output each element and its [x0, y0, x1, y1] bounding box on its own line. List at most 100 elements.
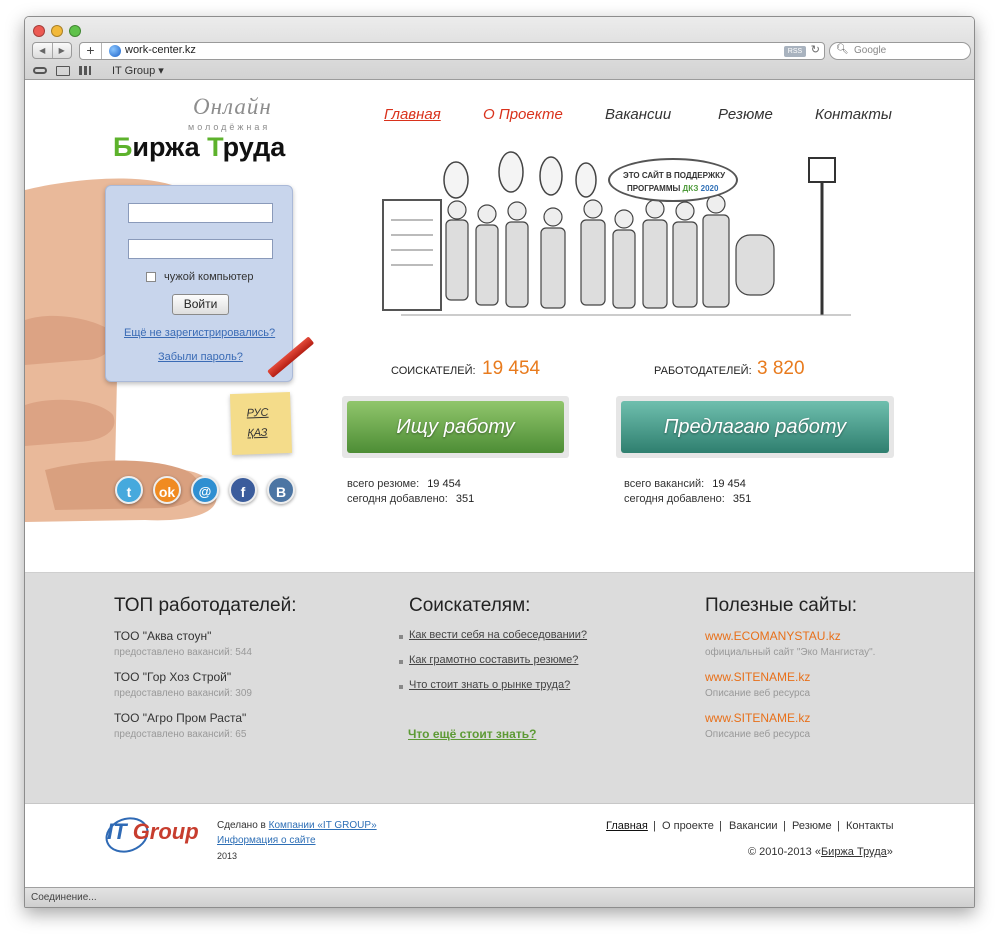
bullet-icon: [399, 685, 403, 689]
resume-today-label: сегодня добавлено:: [347, 493, 448, 505]
more-tips-link[interactable]: Что ещё стоит знать?: [408, 727, 536, 741]
footer-nav-home[interactable]: Главная: [606, 820, 648, 832]
login-field[interactable]: [128, 203, 273, 223]
useful-site-meta: Описание веб ресурса: [705, 688, 811, 699]
search-icon: 🔍︎: [836, 44, 849, 55]
employer-name[interactable]: ТОО "Агро Пром Раста": [114, 711, 246, 725]
url-text[interactable]: work-center.kz: [125, 44, 196, 56]
search-field[interactable]: 🔍︎ Google: [829, 42, 971, 60]
close-window-icon[interactable]: [33, 25, 45, 37]
nav-resume[interactable]: Резюме: [718, 106, 773, 123]
nav-about[interactable]: О Проекте: [483, 106, 563, 123]
logo-word-1: иржа: [132, 132, 208, 162]
employers-count: 3 820: [757, 358, 805, 379]
footer-nav-resume[interactable]: Резюме: [792, 820, 832, 832]
employer-meta: предоставлено вакансий: 544: [114, 647, 252, 658]
odnoklassniki-icon[interactable]: ok: [153, 476, 181, 504]
useful-site-link[interactable]: www.ECOMANYSTAU.kz: [705, 629, 841, 643]
minimize-window-icon[interactable]: [51, 25, 63, 37]
foreign-computer-checkbox[interactable]: [146, 272, 156, 282]
logo-letter-t: Т: [207, 132, 223, 162]
register-link[interactable]: Ещё не зарегистрировались?: [124, 327, 275, 339]
bubble-line-2: ПРОГРАММЫ ДКЗ 2020: [627, 184, 718, 193]
find-job-button[interactable]: Ищу работу: [347, 401, 564, 453]
bubble-text-year: 2020: [698, 184, 719, 193]
language-sticky-note: РУС ҚАЗ: [229, 391, 293, 456]
address-bar[interactable]: + work-center.kz RSS ↻: [79, 42, 825, 60]
rss-icon[interactable]: RSS: [784, 46, 806, 57]
seeker-article-link[interactable]: Как грамотно составить резюме?: [409, 654, 578, 666]
logo-online-text: Онлайн: [193, 94, 272, 119]
copyright-link[interactable]: Биржа Труда: [821, 846, 887, 858]
logo-letter-b: Б: [113, 132, 133, 162]
speech-bubble: [608, 158, 738, 202]
forward-arrow-icon[interactable]: ▶: [51, 43, 72, 58]
browser-window: ◀ ▶ + work-center.kz RSS ↻ 🔍︎ Google IT …: [24, 16, 975, 908]
useful-site-link[interactable]: www.SITENAME.kz: [705, 670, 810, 684]
offer-job-button[interactable]: Предлагаю работу: [621, 401, 889, 453]
add-bookmark-icon[interactable]: +: [80, 43, 102, 59]
login-button[interactable]: Войти: [172, 294, 229, 315]
reading-list-icon[interactable]: [33, 67, 47, 74]
footer-nav-about[interactable]: О проекте: [662, 820, 714, 832]
lang-kz-link[interactable]: ҚАЗ: [247, 427, 268, 440]
vkontakte-icon[interactable]: B: [267, 476, 295, 504]
copyright: © 2010-2013 «Биржа Труда»: [748, 846, 893, 858]
top-sites-icon[interactable]: [79, 66, 91, 75]
bubble-text-dkz: ДКЗ: [682, 184, 699, 193]
vacancy-today-value: 351: [732, 493, 752, 505]
twitter-icon[interactable]: t: [115, 476, 143, 504]
vacancy-total: всего вакансий: 19 454: [624, 478, 746, 490]
logo-group-text: Group: [132, 819, 199, 844]
vacancy-total-label: всего вакансий:: [624, 478, 705, 490]
footer-nav-vacancies[interactable]: Вакансии: [729, 820, 778, 832]
logo-word-2: руда: [222, 132, 286, 162]
back-forward-buttons: ◀ ▶: [32, 42, 72, 59]
lang-ru-link[interactable]: РУС: [246, 407, 268, 420]
employers-label: РАБОТОДАТЕЛЕЙ:: [654, 365, 752, 377]
reload-icon[interactable]: ↻: [811, 43, 820, 56]
search-placeholder: Google: [854, 45, 887, 56]
mail-icon[interactable]: @: [191, 476, 219, 504]
forgot-password-link[interactable]: Забыли пароль?: [158, 351, 243, 363]
footer-nav-separator: |: [837, 820, 840, 832]
nav-home[interactable]: Главная: [384, 106, 441, 123]
find-job-button-frame: Ищу работу: [342, 396, 569, 458]
logo-youth-text: молодёжная: [188, 122, 271, 132]
info-section: ТОП работодателей: ТОО "Аква стоун" пред…: [25, 572, 974, 803]
company-link[interactable]: Компании «IT GROUP»: [269, 820, 377, 831]
password-field[interactable]: [128, 239, 273, 259]
seeker-article-link[interactable]: Как вести себя на собеседовании?: [409, 629, 587, 641]
made-by-line: Сделано в Компании «IT GROUP»: [217, 820, 377, 831]
zoom-window-icon[interactable]: [69, 25, 81, 37]
site-info-link[interactable]: Информация о сайте: [217, 835, 316, 846]
seeker-article-link[interactable]: Что стоит знать о рынке труда?: [409, 679, 570, 691]
employer-name[interactable]: ТОО "Аква стоун": [114, 629, 211, 643]
nav-vacancies[interactable]: Вакансии: [605, 106, 671, 123]
employer-name[interactable]: ТОО "Гор Хоз Строй": [114, 670, 231, 684]
bookmarks-icon[interactable]: [56, 65, 70, 76]
browser-toolbar: ◀ ▶ + work-center.kz RSS ↻ 🔍︎ Google IT …: [25, 17, 974, 80]
site-logo[interactable]: Биржа Труда: [113, 132, 285, 163]
facebook-icon[interactable]: f: [229, 476, 257, 504]
footer-nav-contacts[interactable]: Контакты: [846, 820, 894, 832]
useful-site-link[interactable]: www.SITENAME.kz: [705, 711, 810, 725]
employer-meta: предоставлено вакансий: 65: [114, 729, 247, 740]
for-seekers-heading: Соискателям:: [409, 595, 531, 616]
back-arrow-icon[interactable]: ◀: [33, 43, 52, 58]
globe-icon: [109, 45, 121, 57]
vacancy-today: сегодня добавлено: 351: [624, 493, 751, 505]
offer-job-button-frame: Предлагаю работу: [616, 396, 894, 458]
page-footer: IT Group Сделано в Компании «IT GROUP» И…: [25, 803, 974, 889]
page-content: Онлайн молодёжная Биржа Труда чужой комп…: [25, 80, 974, 889]
it-group-logo[interactable]: IT Group: [107, 819, 199, 845]
bubble-line-1: ЭТО САЙТ В ПОДДЕРЖКУ: [623, 171, 726, 180]
resume-total-label: всего резюме:: [347, 478, 420, 490]
bookmark-folder-it-group[interactable]: IT Group ▾: [112, 64, 164, 77]
bubble-text-program: ПРОГРАММЫ: [627, 184, 683, 193]
nav-contacts[interactable]: Контакты: [815, 106, 892, 123]
resume-today-value: 351: [455, 493, 475, 505]
footer-year: 2013: [217, 851, 238, 861]
login-panel: чужой компьютер Войти Ещё не зарегистрир…: [105, 185, 293, 382]
status-bar: Соединение...: [25, 887, 974, 907]
